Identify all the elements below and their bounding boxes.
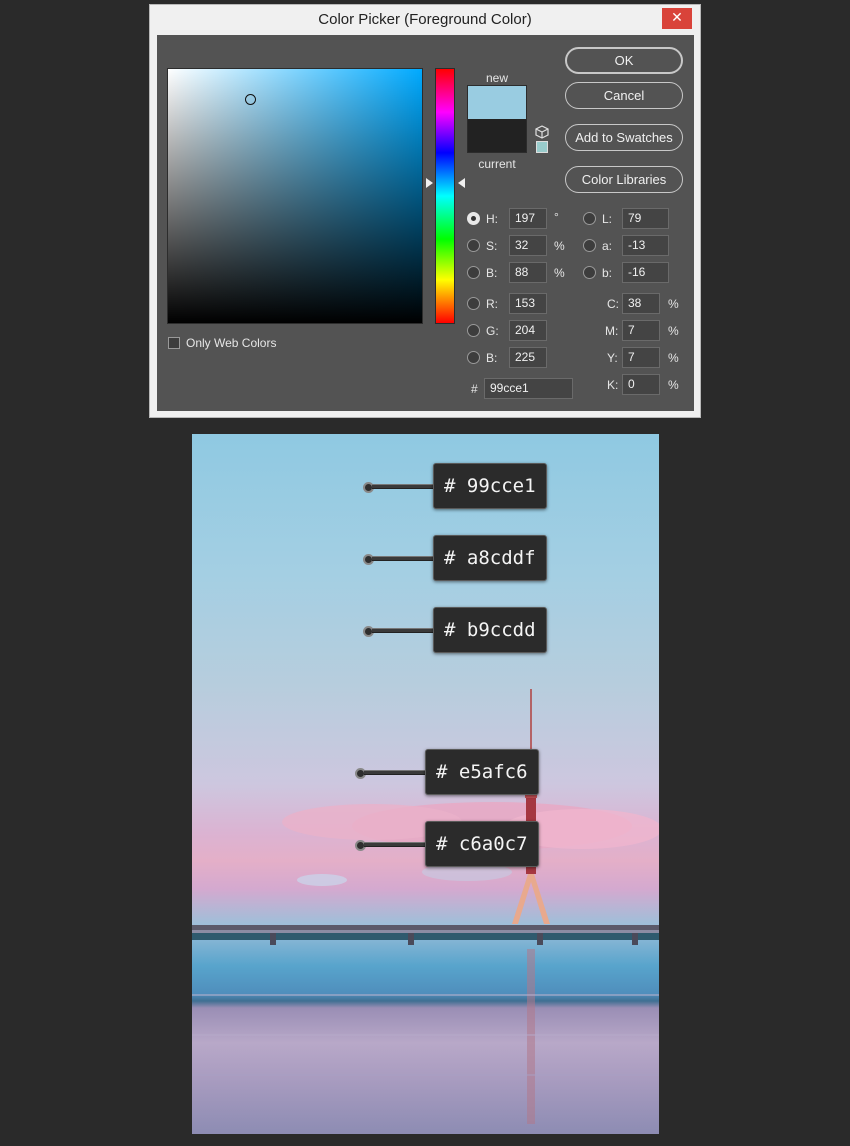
hue-slider-left-arrow[interactable] — [426, 178, 433, 188]
dialog-title: Color Picker (Foreground Color) — [318, 11, 532, 28]
green-field[interactable]: 204 — [509, 320, 547, 341]
radio-lightness[interactable] — [583, 212, 596, 225]
color-libraries-button[interactable]: Color Libraries — [565, 166, 683, 193]
cyan-label: C: — [607, 297, 619, 311]
hue-label: H: — [486, 212, 498, 226]
color-callout-1: # 99cce1 — [433, 463, 547, 509]
only-web-colors-checkbox[interactable] — [168, 337, 180, 349]
close-icon: ✕ — [671, 10, 683, 26]
hue-field[interactable]: 197 — [509, 208, 547, 229]
yellow-field[interactable]: 7 — [622, 347, 660, 368]
yellow-unit: % — [668, 351, 679, 365]
callout-line-3 — [372, 628, 434, 633]
yellow-label: Y: — [607, 351, 618, 365]
green-label: G: — [486, 324, 499, 338]
new-color-label: new — [485, 71, 508, 85]
callout-line-5 — [364, 842, 426, 847]
ok-button[interactable]: OK — [565, 47, 683, 74]
lightness-field[interactable]: 79 — [622, 208, 669, 229]
current-color-label: current — [478, 157, 516, 171]
web-safe-color-swatch[interactable] — [536, 141, 548, 153]
new-color-swatch — [467, 85, 527, 119]
color-callout-2: # a8cddf — [433, 535, 547, 581]
callout-line-2 — [372, 556, 434, 561]
magenta-label: M: — [605, 324, 619, 338]
callout-line-1 — [372, 484, 434, 489]
cube-icon[interactable] — [535, 125, 549, 139]
lab-b-label: b: — [602, 266, 613, 280]
radio-red[interactable] — [467, 297, 480, 310]
brightness-label: B: — [486, 266, 498, 280]
blue-label: B: — [486, 351, 498, 365]
black-unit: % — [668, 378, 679, 392]
radio-green[interactable] — [467, 324, 480, 337]
hue-unit: ° — [554, 210, 559, 224]
color-callout-3: # b9ccdd — [433, 607, 547, 653]
saturation-field[interactable]: 32 — [509, 235, 547, 256]
add-to-swatches-button[interactable]: Add to Swatches — [565, 124, 683, 151]
saturation-brightness-field[interactable] — [167, 68, 423, 324]
color-selection-marker[interactable] — [245, 94, 256, 105]
cyan-unit: % — [668, 297, 679, 311]
close-button[interactable]: ✕ — [662, 8, 692, 29]
hue-slider-right-arrow[interactable] — [458, 178, 465, 188]
magenta-unit: % — [668, 324, 679, 338]
saturation-label: S: — [486, 239, 498, 253]
color-picker-dialog: Color Picker (Foreground Color) ✕ new cu… — [149, 4, 701, 418]
red-label: R: — [486, 297, 498, 311]
callout-line-4 — [364, 770, 426, 775]
picker-panel: new current OK Cancel Add to Swatches Co… — [157, 35, 694, 411]
radio-lab-a[interactable] — [583, 239, 596, 252]
brightness-field[interactable]: 88 — [509, 262, 547, 283]
brightness-unit: % — [554, 266, 565, 280]
radio-lab-b[interactable] — [583, 266, 596, 279]
radio-hue[interactable] — [467, 212, 480, 225]
lab-a-label: a: — [602, 239, 613, 253]
lightness-label: L: — [602, 212, 613, 226]
black-label: K: — [607, 378, 619, 392]
sunset-photo: # 99cce1 # a8cddf # b9ccdd # e5afc6 # c6… — [192, 434, 659, 1134]
black-field[interactable]: 0 — [622, 374, 660, 395]
hex-field[interactable]: 99cce1 — [484, 378, 573, 399]
radio-saturation[interactable] — [467, 239, 480, 252]
lab-b-field[interactable]: -16 — [622, 262, 669, 283]
lab-a-field[interactable]: -13 — [622, 235, 669, 256]
red-field[interactable]: 153 — [509, 293, 547, 314]
current-color-swatch[interactable] — [467, 119, 527, 153]
saturation-unit: % — [554, 239, 565, 253]
color-callout-5: # c6a0c7 — [425, 821, 539, 867]
cyan-field[interactable]: 38 — [622, 293, 660, 314]
color-callout-4: # e5afc6 — [425, 749, 539, 795]
radio-brightness[interactable] — [467, 266, 480, 279]
cancel-button[interactable]: Cancel — [565, 82, 683, 109]
radio-blue[interactable] — [467, 351, 480, 364]
magenta-field[interactable]: 7 — [622, 320, 660, 341]
hex-label: # — [471, 382, 478, 396]
blue-field[interactable]: 225 — [509, 347, 547, 368]
only-web-colors-label: Only Web Colors — [186, 336, 277, 350]
hue-slider[interactable] — [435, 68, 455, 324]
